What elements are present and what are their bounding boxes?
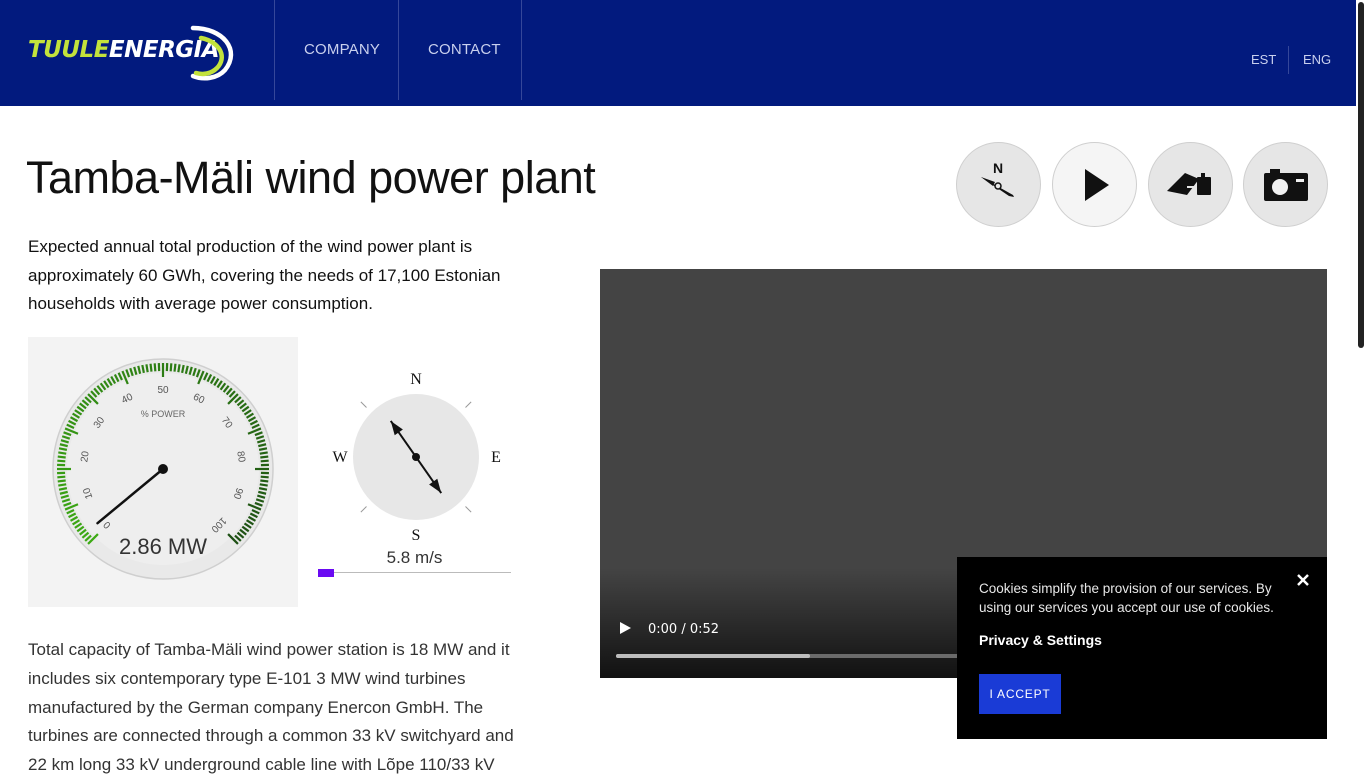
lang-eng[interactable]: ENG: [1303, 52, 1331, 67]
gauge-tick: [260, 452, 268, 453]
gauge-tick: [261, 477, 269, 478]
compass-mark: [361, 506, 367, 512]
nav-divider: [398, 0, 399, 100]
logo-part-1: TUULE: [28, 37, 109, 63]
gauge-tick: [178, 364, 179, 372]
compass-cardinal: E: [491, 449, 501, 466]
compass-hub: [412, 453, 420, 461]
gauge-tick: [171, 363, 172, 371]
compass-mark: [361, 402, 367, 408]
gauge-tick: [58, 452, 66, 453]
gauge-tick: [58, 457, 66, 458]
gauge-tick: [155, 363, 156, 371]
gauge-tick: [261, 461, 269, 462]
lead-paragraph: Expected annual total production of the …: [28, 233, 528, 319]
video-play-icon[interactable]: [618, 621, 632, 635]
gauge-hub: [158, 464, 168, 474]
power-gauge-panel: 0102030405060708090100% POWER 2.86 MW: [28, 337, 298, 607]
compass-icon: N: [969, 155, 1029, 215]
video-buffered: [616, 654, 810, 658]
gauge-tick: [58, 481, 66, 482]
nav-contact[interactable]: CONTACT: [428, 41, 501, 58]
site-header: TUULEENERGIA COMPANY CONTACT EST ENG: [0, 0, 1356, 106]
gauge-tick: [151, 364, 152, 372]
compass-mark: [465, 506, 471, 512]
gauge-tick-label: 50: [157, 385, 169, 396]
gauge-tick: [59, 488, 67, 490]
gauge-tick-label: 20: [79, 450, 92, 463]
drone-view-button[interactable]: [1148, 142, 1233, 227]
gauge-tick: [142, 365, 144, 373]
gauge-tick: [57, 461, 65, 462]
privacy-settings-link[interactable]: Privacy & Settings: [979, 632, 1102, 648]
accept-cookies-button[interactable]: I ACCEPT: [979, 674, 1061, 714]
gauge-tick: [260, 481, 268, 482]
gauge-tick: [259, 448, 267, 450]
body-paragraph: Total capacity of Tamba-Mäli wind power …: [28, 636, 528, 780]
compass-cardinal: N: [410, 371, 422, 388]
wind-speed-track: [318, 572, 511, 573]
camera-icon: [1262, 167, 1310, 203]
power-value: 2.86 MW: [28, 534, 298, 560]
compass-cardinal: S: [412, 527, 421, 542]
play-video-button[interactable]: [1052, 142, 1137, 227]
lang-est[interactable]: EST: [1251, 52, 1276, 67]
gauge-tick: [259, 488, 267, 490]
svg-text:N: N: [993, 160, 1003, 176]
compass-mark: [465, 402, 471, 408]
gauge-tick: [59, 448, 67, 450]
scrollbar-thumb[interactable]: [1358, 2, 1364, 348]
compass-cardinal: W: [332, 449, 348, 466]
play-icon: [1075, 165, 1115, 205]
gauge-tick: [260, 484, 268, 485]
gauge-label: % POWER: [141, 409, 186, 419]
logo-swoosh-icon: [163, 24, 238, 82]
page-scrollbar[interactable]: [1356, 0, 1366, 768]
wind-direction-dial: N E S W: [318, 362, 518, 542]
nav-divider: [274, 0, 275, 100]
page-title: Tamba-Mäli wind power plant: [26, 152, 595, 204]
lang-divider: [1288, 46, 1289, 74]
gauge-tick: [57, 477, 65, 478]
wind-speed: 5.8 m/s: [318, 548, 511, 568]
logo[interactable]: TUULEENERGIA: [28, 24, 240, 82]
video-time: 0:00 / 0:52: [648, 622, 719, 637]
compass-button[interactable]: N: [956, 142, 1041, 227]
cookie-message: Cookies simplify the provision of our se…: [979, 579, 1289, 617]
close-icon[interactable]: [1294, 571, 1312, 589]
cookie-banner: Cookies simplify the provision of our se…: [957, 557, 1327, 739]
nav-divider: [521, 0, 522, 100]
gauge-tick: [58, 484, 66, 485]
gauge-tick: [146, 364, 147, 372]
drone-icon: [1163, 165, 1219, 205]
gauge-tick: [260, 457, 268, 458]
nav-company[interactable]: COMPANY: [304, 41, 380, 58]
wind-speed-fill: [318, 569, 334, 577]
gauge-tick: [182, 365, 184, 373]
gallery-button[interactable]: [1243, 142, 1328, 227]
power-gauge: 0102030405060708090100% POWER: [28, 337, 298, 607]
wind-compass: N E S W: [318, 362, 518, 562]
gauge-tick: [175, 364, 176, 372]
gauge-tick-label: 80: [234, 450, 247, 463]
